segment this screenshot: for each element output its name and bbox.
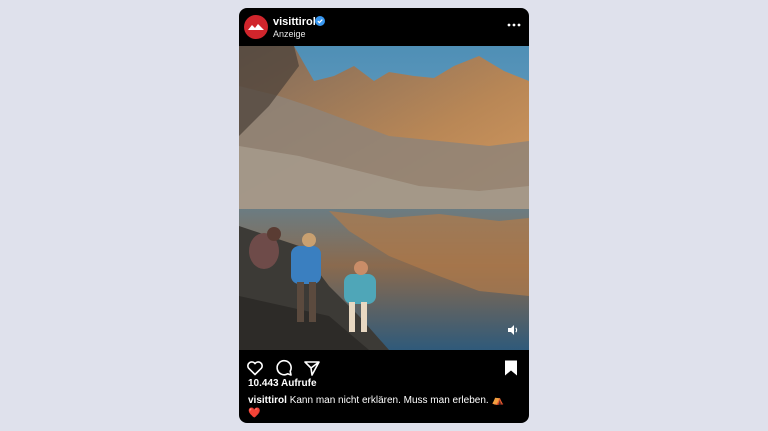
send-icon[interactable]: [303, 359, 321, 377]
post-header: visittirol Anzeige: [239, 8, 529, 46]
sponsored-label: Anzeige: [273, 29, 306, 39]
username-link[interactable]: visittirol: [273, 16, 316, 28]
post-video[interactable]: [239, 46, 529, 350]
bookmark-icon[interactable]: [502, 359, 520, 377]
caption-username[interactable]: visittirol: [248, 395, 287, 406]
heart-icon[interactable]: [246, 359, 264, 377]
view-count: 10.443 Aufrufe: [248, 378, 317, 389]
post-caption: visittirol Kann man nicht erklären. Muss…: [248, 394, 522, 420]
avatar[interactable]: [244, 15, 268, 39]
instagram-post-card: visittirol Anzeige 10.443 Aufrufe visitt…: [239, 8, 529, 423]
verified-badge-icon: [315, 16, 325, 26]
volume-icon[interactable]: [507, 324, 519, 336]
caption-text: Kann man nicht erklären. Muss man erlebe…: [289, 395, 504, 406]
tirol-logo-icon: [248, 24, 264, 30]
mountain-lake-video-frame: [239, 46, 529, 350]
caption-emoji: ❤️: [248, 408, 261, 419]
more-options-icon[interactable]: [507, 22, 521, 28]
comment-icon[interactable]: [275, 359, 293, 377]
